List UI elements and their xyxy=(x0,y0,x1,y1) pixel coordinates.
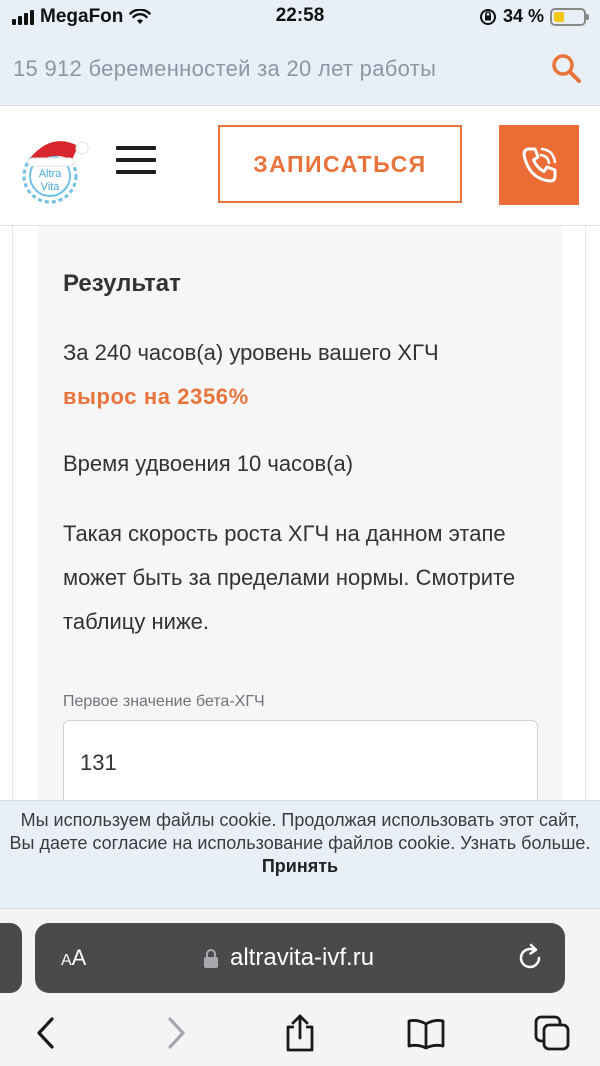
info-bar: 15 912 беременностей за 20 лет работы xyxy=(0,32,600,106)
altravita-logo[interactable]: Altra Vita xyxy=(12,124,94,210)
result-title: Результат xyxy=(63,270,181,297)
hamburger-menu-icon[interactable] xyxy=(116,146,156,178)
reload-icon[interactable] xyxy=(515,943,545,973)
battery-percent: 34 % xyxy=(502,6,544,26)
bookmarks-button[interactable] xyxy=(406,1013,446,1053)
norm-warning-text: Такая скорость роста ХГЧ на данном этапе… xyxy=(63,521,516,634)
info-tagline: 15 912 беременностей за 20 лет работы xyxy=(13,56,437,81)
chevron-right-icon xyxy=(168,1017,185,1049)
cookie-accept-button[interactable]: Принять xyxy=(262,856,338,876)
tabs-icon xyxy=(534,1015,570,1051)
lock-icon xyxy=(204,949,218,968)
chevron-left-icon xyxy=(37,1017,54,1049)
first-value-input[interactable]: 131 xyxy=(63,720,538,810)
site-header: Altra Vita ЗАПИСАТЬСЯ xyxy=(0,106,600,226)
address-bar[interactable]: AA altravita-ivf.ru xyxy=(35,923,565,993)
browser-toolbar: AA altravita-ivf.ru xyxy=(0,908,600,1066)
doubling-time-text: Время удвоения 10 часов(а) xyxy=(63,451,354,476)
url-text: altravita-ivf.ru xyxy=(230,944,375,971)
cookie-text: Мы используем файлы cookie. Продолжая ис… xyxy=(9,810,591,853)
result-growth-text: За 240 часов(а) уровень вашего ХГЧ xyxy=(63,340,439,365)
back-button[interactable] xyxy=(26,1013,66,1053)
logo-text-vita: Vita xyxy=(41,181,61,193)
tabs-button[interactable] xyxy=(532,1013,572,1053)
reader-settings-button[interactable]: AA xyxy=(61,945,86,971)
forward-button[interactable] xyxy=(156,1013,196,1053)
first-value-label: Первое значение бета-ХГЧ xyxy=(63,693,265,710)
search-icon[interactable] xyxy=(550,52,582,84)
cookie-banner: Мы используем файлы cookie. Продолжая ис… xyxy=(0,800,600,908)
phone-icon xyxy=(522,147,557,183)
phone-button[interactable] xyxy=(499,125,579,205)
browser-nav-row xyxy=(0,1013,600,1059)
share-button[interactable] xyxy=(280,1013,320,1053)
orientation-lock-icon xyxy=(479,8,496,25)
previous-tab-peek[interactable] xyxy=(0,923,22,993)
signup-button[interactable]: ЗАПИСАТЬСЯ xyxy=(218,125,462,203)
status-bar: MegaFon 22:58 34 % xyxy=(0,0,600,32)
logo-text-altra: Altra xyxy=(39,168,63,180)
status-right: 34 % xyxy=(479,6,589,27)
book-icon xyxy=(407,1019,445,1050)
result-growth-value: вырос на 2356% xyxy=(63,384,249,409)
battery-icon xyxy=(550,7,589,26)
share-icon xyxy=(286,1014,314,1052)
